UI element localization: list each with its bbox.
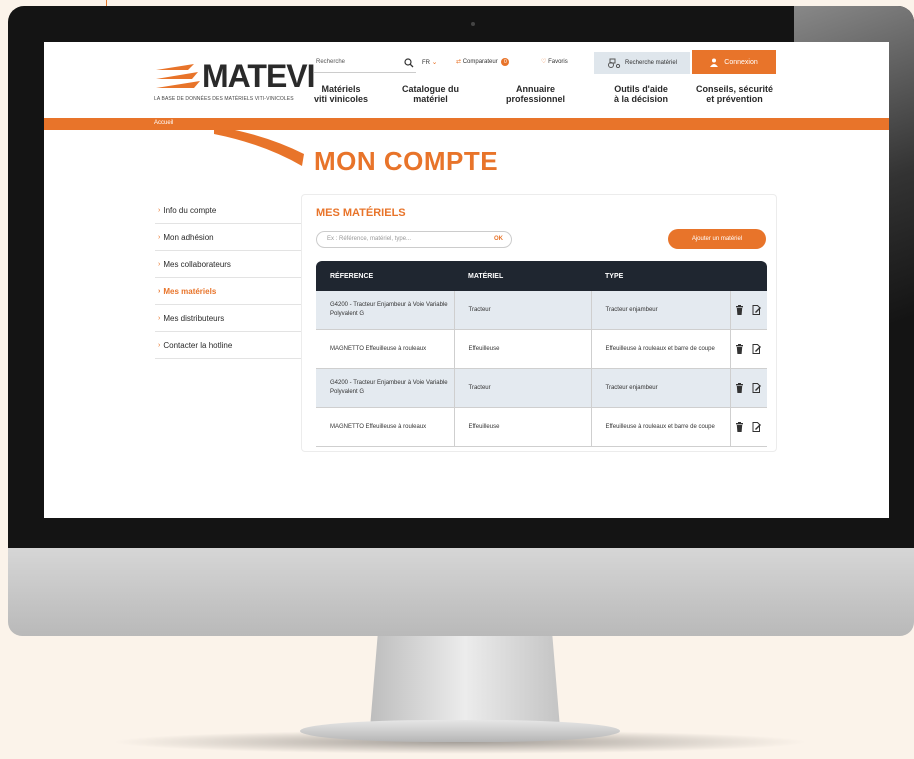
sidebar-item-distributeurs[interactable]: › Mes distributeurs (155, 305, 301, 332)
edit-icon[interactable] (752, 421, 762, 432)
cell-materiel: Effeuilleuse (454, 407, 592, 447)
sidebar-item-hotline[interactable]: › Contacter la hotline (155, 332, 301, 359)
table-header-row: RÉFERENCE MATÉRIEL TYPE (316, 261, 767, 291)
cell-actions (730, 368, 767, 408)
comparer-label: Comparateur (462, 59, 498, 65)
nav-item-outils[interactable]: Outils d'aide à la décision (614, 84, 668, 104)
table-row: MAGNETTO Effeuilleuse à rouleaux Effeuil… (316, 329, 767, 369)
filter-ok-button[interactable]: OK (494, 236, 503, 242)
sidebar-item-label: Mes collaborateurs (163, 259, 231, 269)
search-icon[interactable] (404, 58, 414, 68)
connect-label: Connexion (724, 58, 758, 66)
nav-item-conseils[interactable]: Conseils, sécurité et prévention (696, 84, 773, 104)
chevron-down-icon: ⌄ (431, 59, 438, 66)
sidebar-item-label: Info du compte (163, 205, 217, 215)
cell-reference: G4200 - Tracteur Enjambeur à Voie Variab… (316, 291, 455, 330)
language-select[interactable]: FR ⌄ (422, 58, 438, 66)
decorative-swoosh (214, 126, 304, 166)
edit-icon[interactable] (752, 304, 762, 315)
logo-text: MATEVI (202, 58, 316, 94)
cell-materiel: Tracteur (454, 368, 592, 408)
monitor-chin (8, 548, 914, 636)
search-label: Recherche (316, 59, 346, 65)
page-title: MON COMPTE (314, 146, 499, 176)
logo-tagline: LA BASE DE DONNÉES DES MATÉRIELS VITI-VI… (154, 96, 294, 102)
heart-icon: ♡ (541, 59, 547, 65)
panel-title: MES MATÉRIELS (316, 207, 406, 219)
cell-type: Effeuilleuse à rouleaux et barre de coup… (591, 407, 731, 447)
chevron-right-icon: › (158, 314, 161, 322)
cell-actions (730, 329, 767, 369)
chevron-right-icon: › (158, 206, 161, 214)
chevron-right-icon: › (158, 287, 161, 295)
cell-reference: MAGNETTO Effeuilleuse à rouleaux (316, 329, 455, 369)
nav-item-catalogue[interactable]: Catalogue du matériel (402, 84, 459, 104)
trash-icon[interactable] (735, 304, 744, 315)
column-header-materiel: MATÉRIEL (468, 272, 504, 280)
tractor-icon (607, 58, 621, 68)
main-nav: Matériels viti vinicoles Catalogue du ma… (314, 84, 784, 114)
cell-reference: G4200 - Tracteur Enjambeur à Voie Variab… (316, 368, 455, 408)
sidebar-item-materiels[interactable]: › Mes matériels (155, 278, 301, 305)
monitor-base (300, 720, 620, 742)
sidebar-item-label: Contacter la hotline (163, 340, 233, 350)
column-header-type: TYPE (605, 272, 624, 280)
favorites-link[interactable]: ♡ Favoris (541, 58, 568, 65)
connect-button[interactable]: Connexion (692, 50, 776, 74)
sidebar-item-adhesion[interactable]: › Mon adhésion (155, 224, 301, 251)
cell-type: Tracteur enjambeur (591, 368, 731, 408)
comparer-count-badge: 0 (501, 58, 510, 66)
sidebar-item-label: Mes distributeurs (163, 313, 225, 323)
logo-stripes-icon (156, 64, 200, 88)
edit-icon[interactable] (752, 343, 762, 354)
trash-icon[interactable] (735, 343, 744, 354)
cell-type: Tracteur enjambeur (591, 291, 731, 330)
materials-panel: MES MATÉRIELS Ex : Référence, matériel, … (301, 194, 777, 452)
search-input[interactable]: Recherche (314, 56, 416, 73)
compare-icon: ⇄ (456, 59, 462, 65)
user-icon (710, 58, 719, 67)
search-material-label: Recherche matériel (624, 60, 678, 66)
trash-icon[interactable] (735, 382, 744, 393)
sidebar-item-label: Mon adhésion (163, 232, 214, 242)
cell-reference: MAGNETTO Effeuilleuse à rouleaux (316, 407, 455, 447)
add-material-button[interactable]: Ajouter un matériel (668, 229, 766, 249)
trash-icon[interactable] (735, 421, 744, 432)
sidebar-item-info[interactable]: › Info du compte (155, 197, 301, 224)
column-header-actions (730, 261, 767, 291)
cell-actions (730, 291, 767, 330)
nav-item-materiels[interactable]: Matériels viti vinicoles (314, 84, 368, 104)
filter-placeholder: Ex : Référence, matériel, type... (327, 236, 412, 242)
language-value: FR (422, 60, 430, 66)
table-row: G4200 - Tracteur Enjambeur à Voie Variab… (316, 291, 767, 330)
monitor-stand (370, 636, 560, 728)
comparer-link[interactable]: ⇄ Comparateur 0 (456, 58, 510, 66)
column-header-reference: RÉFERENCE (330, 272, 374, 280)
cell-materiel: Effeuilleuse (454, 329, 592, 369)
favorites-label: Favoris (548, 59, 568, 65)
chevron-right-icon: › (158, 260, 161, 268)
cell-actions (730, 407, 767, 447)
filter-input[interactable]: Ex : Référence, matériel, type... OK (316, 231, 512, 248)
breadcrumb[interactable]: Accueil (154, 120, 173, 126)
materials-table: RÉFERENCE MATÉRIEL TYPE G4200 - Tracteur… (316, 261, 767, 447)
search-material-button[interactable]: Recherche matériel (594, 52, 690, 74)
chevron-right-icon: › (158, 233, 161, 241)
cell-type: Effeuilleuse à rouleaux et barre de coup… (591, 329, 731, 369)
sidebar-item-collaborateurs[interactable]: › Mes collaborateurs (155, 251, 301, 278)
nav-item-annuaire[interactable]: Annuaire professionnel (506, 84, 565, 104)
chevron-right-icon: › (158, 341, 161, 349)
table-row: MAGNETTO Effeuilleuse à rouleaux Effeuil… (316, 407, 767, 447)
screen: MATEVI LA BASE DE DONNÉES DES MATÉRIELS … (44, 42, 889, 518)
edit-icon[interactable] (752, 382, 762, 393)
table-row: G4200 - Tracteur Enjambeur à Voie Variab… (316, 368, 767, 408)
cell-materiel: Tracteur (454, 291, 592, 330)
camera-dot (471, 22, 475, 26)
account-sidebar: › Info du compte › Mon adhésion › Mes colla… (155, 197, 301, 359)
sidebar-item-label: Mes matériels (163, 286, 217, 296)
